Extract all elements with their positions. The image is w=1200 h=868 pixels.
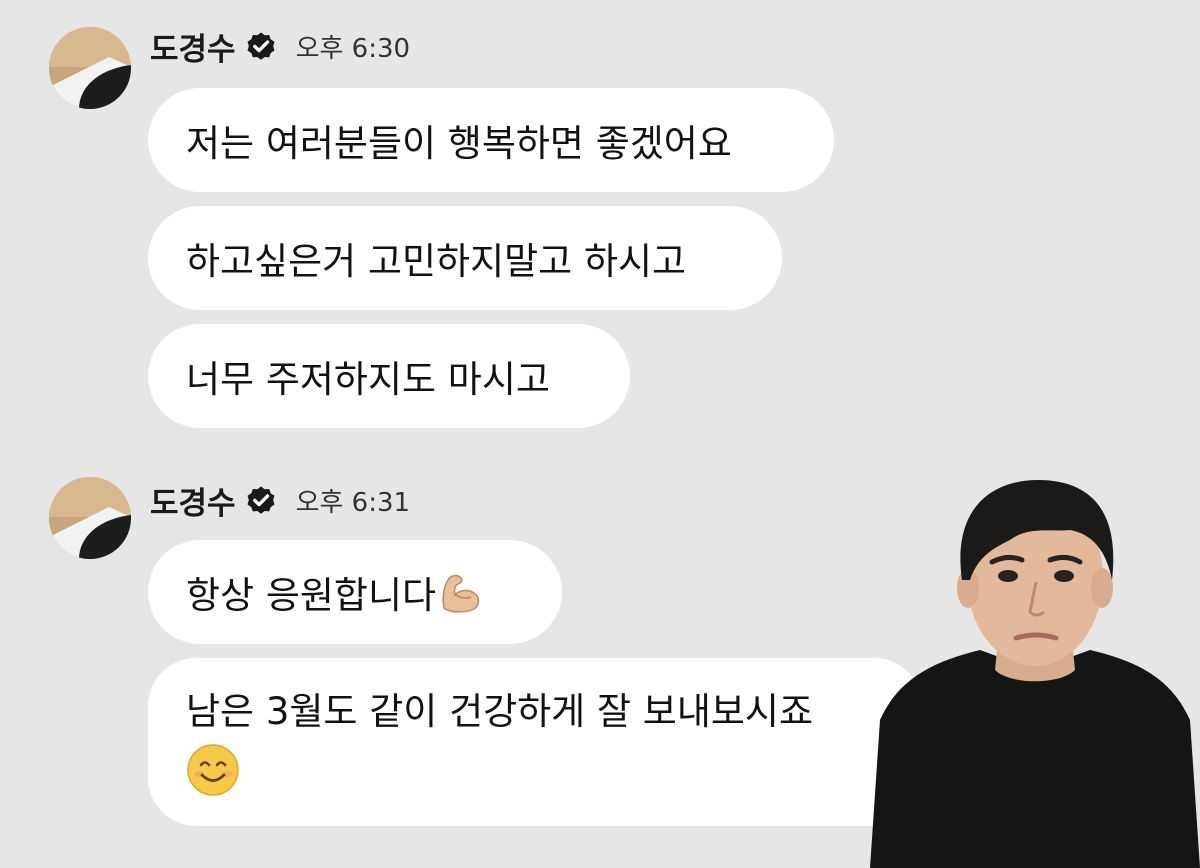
message-bubble[interactable]: 하고싶은거 고민하지말고 하시고 [148,206,782,310]
message-bubble[interactable]: 남은 3월도 같이 건강하게 잘 보내보시죠 [148,658,922,826]
message-header: 도경수 오후 6:31 [150,478,410,522]
message-bubble[interactable]: 항상 응원합니다 [148,540,562,644]
smiling-face-emoji [186,743,240,797]
avatar[interactable] [49,477,131,559]
message-time: 오후 6:30 [295,33,411,64]
message-emoji-line [186,740,884,796]
message-header: 도경수 오후 6:30 [150,24,410,68]
avatar[interactable] [49,27,131,109]
person-photo-sticker [870,470,1200,868]
message-text: 하고싶은거 고민하지말고 하시고 [186,240,687,283]
avatar-image [49,477,131,559]
message-bubble[interactable]: 너무 주저하지도 마시고 [148,324,630,428]
message-text: 너무 주저하지도 마시고 [186,358,550,401]
flexed-biceps-emoji [436,568,484,616]
verified-badge-icon [244,483,278,517]
message-time: 오후 6:31 [295,487,411,518]
verified-badge-icon [244,29,278,63]
person-photo-image [870,480,1200,868]
avatar-image [49,27,131,109]
message-text: 항상 응원합니다 [186,574,437,617]
message-bubble[interactable]: 저는 여러분들이 행복하면 좋겠어요 [148,88,834,192]
message-text: 남은 3월도 같이 건강하게 잘 보내보시죠 [186,690,813,733]
message-text: 저는 여러분들이 행복하면 좋겠어요 [186,122,732,165]
sender-name[interactable]: 도경수 [150,478,236,523]
sender-name[interactable]: 도경수 [150,24,236,69]
